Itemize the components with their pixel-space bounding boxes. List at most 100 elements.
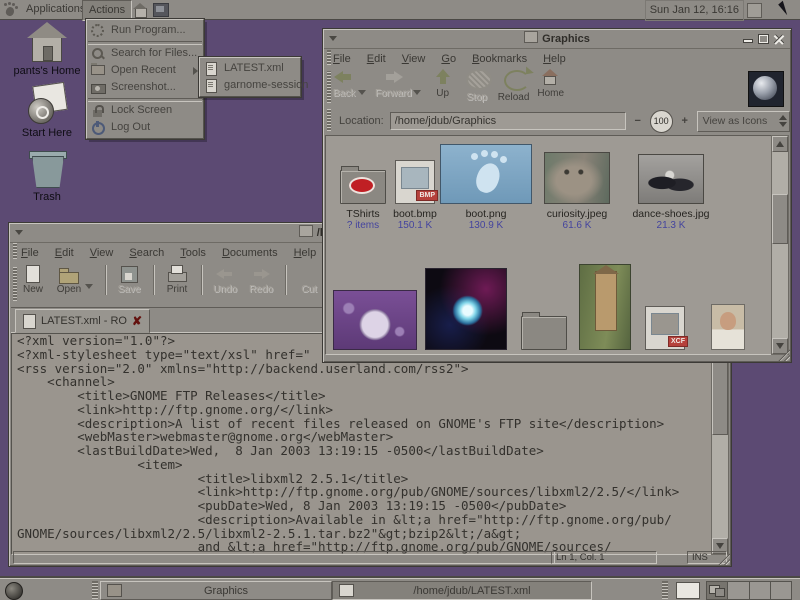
applications-menu[interactable]: Applications <box>20 0 91 19</box>
menu-item[interactable]: Documents <box>222 247 278 259</box>
code-line: <title>libxml2 2.5.1</title> <box>12 472 714 486</box>
menu-item[interactable]: View <box>90 247 114 259</box>
task-button[interactable]: /home/jdub/LATEST.xml <box>332 581 592 600</box>
menu-item[interactable]: Lock Screen <box>87 102 203 119</box>
menu-item[interactable]: Bookmarks <box>472 53 527 65</box>
chevron-down-icon[interactable] <box>85 284 93 289</box>
tab-latest-xml[interactable]: LATEST.xml - RO ✘ <box>15 309 150 333</box>
home-launcher-icon[interactable] <box>133 4 147 16</box>
file-item[interactable]: curiosity.jpeg 61.6 K <box>534 144 620 232</box>
file-item[interactable]: george.jpg <box>696 254 760 355</box>
trash-icon <box>29 148 65 188</box>
terminal-launcher-icon[interactable] <box>153 3 169 17</box>
menubar-grip[interactable] <box>327 50 331 65</box>
view-mode-select[interactable]: View as Icons <box>697 111 790 132</box>
actions-menu[interactable]: Actions <box>82 0 132 21</box>
workspace-2[interactable] <box>728 582 749 599</box>
scrollbar-thumb[interactable] <box>772 194 788 244</box>
menu-item[interactable]: Screenshot... <box>87 79 203 96</box>
menu-item[interactable]: Help <box>543 53 566 65</box>
gnome-foot-icon[interactable] <box>3 2 18 17</box>
toolbar-grip[interactable] <box>13 267 17 301</box>
code-line: <lastBuildDate>Wed, 8 Jan 2003 13:19:15 … <box>12 444 714 458</box>
scroll-down-icon[interactable] <box>772 338 788 354</box>
toolbar-button[interactable]: Open <box>55 265 83 295</box>
toolbar-button[interactable]: Forward <box>375 69 412 99</box>
menu-item[interactable]: Go <box>441 53 456 65</box>
toolbar-button[interactable]: Back <box>331 69 357 99</box>
menu-item[interactable]: View <box>402 53 426 65</box>
status-message-box <box>13 551 555 564</box>
maximize-icon[interactable] <box>757 33 770 45</box>
file-item[interactable]: emblems <box>512 254 576 355</box>
stop-icon <box>466 69 492 90</box>
file-item[interactable]: boot.png 130.9 K <box>438 144 534 232</box>
task-icon <box>339 584 354 597</box>
toolbar-button[interactable]: Up <box>430 69 456 99</box>
location-input[interactable] <box>390 112 626 130</box>
file-item[interactable]: dball1024X76 <box>330 254 420 355</box>
notes-applet-icon[interactable] <box>676 582 700 599</box>
code-line: <rss version="2.0" xmlns="http://backend… <box>12 362 714 376</box>
toolbar-button[interactable]: Cut <box>285 265 323 295</box>
menu-item[interactable]: File <box>21 247 39 259</box>
menu-item[interactable]: Search for Files... <box>87 45 203 62</box>
panel-handle[interactable] <box>662 581 668 599</box>
menu-item[interactable]: Edit <box>55 247 74 259</box>
workspace-1[interactable] <box>707 582 728 599</box>
open-recent-submenu: LATEST.xml garnome-session <box>199 57 301 97</box>
top-panel: Applications Actions Sun Jan 12, 16:16 <box>0 0 800 20</box>
editor-vertical-scrollbar[interactable] <box>711 333 729 555</box>
file-item[interactable]: discoball3 <box>426 254 506 355</box>
desktop-icon-trash[interactable]: Trash <box>0 148 94 203</box>
toolbar-button[interactable]: Redo <box>247 265 275 295</box>
tab-close-icon[interactable]: ✘ <box>132 315 142 327</box>
panel-launcher-icon[interactable] <box>5 582 23 600</box>
zoom-out-button[interactable]: − <box>632 115 644 127</box>
toolbar-button[interactable]: Stop <box>464 69 490 103</box>
workspace-3[interactable] <box>750 582 771 599</box>
menu-item[interactable]: Edit <box>367 53 386 65</box>
menu-item[interactable]: Open Recent <box>87 62 203 79</box>
clock-applet[interactable]: Sun Jan 12, 16:16 <box>645 0 744 21</box>
submenu-item[interactable]: LATEST.xml <box>200 60 300 77</box>
file-icon <box>544 152 610 204</box>
toolbar-button[interactable]: Home <box>537 69 564 99</box>
chevron-down-icon[interactable] <box>413 90 421 95</box>
desktop-icon-home[interactable]: pants's Home <box>0 24 94 77</box>
task-button[interactable]: Graphics <box>100 581 332 600</box>
menu-item[interactable]: Search <box>129 247 164 259</box>
menu-item[interactable]: Help <box>294 247 317 259</box>
panel-handle[interactable] <box>92 581 98 599</box>
file-item[interactable]: dance-shoes.jpg 21.3 K <box>626 144 716 232</box>
desktop-icon-label: Trash <box>0 191 94 203</box>
close-icon[interactable] <box>773 33 786 45</box>
scroll-up-icon[interactable] <box>772 136 788 152</box>
zoom-in-button[interactable]: + <box>679 115 691 127</box>
spinner-arrows-icon[interactable] <box>778 114 787 128</box>
icon-view[interactable]: TShirts ? items BMP boot.bmp 150.1 K boo… <box>325 135 773 355</box>
menu-item[interactable]: Log Out <box>87 119 203 136</box>
file-icon <box>333 290 417 350</box>
toolbar-button[interactable]: Save <box>105 265 143 295</box>
chevron-down-icon[interactable] <box>358 90 366 95</box>
toolbar-button[interactable]: Reload <box>498 69 530 103</box>
toolbar-button[interactable]: New <box>19 265 47 295</box>
menubar-grip[interactable] <box>13 243 17 259</box>
toolbar-button[interactable]: Undo <box>201 265 239 295</box>
desktop-icon-start-here[interactable]: Start Here <box>0 84 94 139</box>
submenu-item[interactable]: garnome-session <box>200 77 300 94</box>
file-manager-titlebar[interactable]: Graphics <box>324 30 790 49</box>
desktop-icon-label: Start Here <box>0 127 94 139</box>
zoom-level-indicator[interactable]: 100 <box>650 110 673 133</box>
toolbar-button[interactable]: Print <box>153 265 191 295</box>
file-item[interactable]: XCF fridge.xcf <box>630 254 700 355</box>
menu-item[interactable]: File <box>333 53 351 65</box>
menu-item[interactable]: Run Program... <box>87 22 203 39</box>
workspace-4[interactable] <box>771 582 791 599</box>
file-manager-vertical-scrollbar[interactable] <box>771 135 789 355</box>
editor-text-area[interactable]: <?xml version="1.0"?><?xml-stylesheet ty… <box>11 333 715 555</box>
minimize-icon[interactable] <box>741 33 754 45</box>
menu-item[interactable]: Tools <box>180 247 206 259</box>
panel-applet-icon[interactable] <box>747 3 762 18</box>
